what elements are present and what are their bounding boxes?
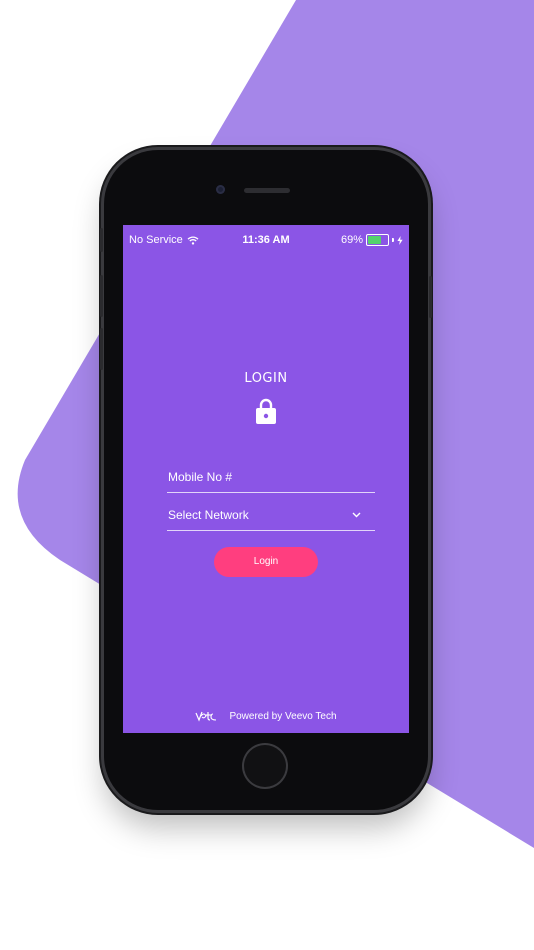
network-select[interactable]: Select Network bbox=[167, 500, 375, 531]
status-right: 69% bbox=[341, 234, 403, 246]
veevo-logo-icon bbox=[195, 711, 217, 722]
phone-frame: No Service 11:36 AM 69% LOGIN Mobile No … bbox=[100, 150, 432, 810]
app-store-screenshot: No Service 11:36 AM 69% LOGIN Mobile No … bbox=[0, 0, 534, 950]
battery-percent: 69% bbox=[340, 234, 363, 246]
battery-icon bbox=[366, 234, 389, 246]
login-button[interactable]: Login bbox=[214, 547, 318, 577]
charging-bolt-icon bbox=[397, 235, 403, 245]
footer: Powered by Veevo Tech bbox=[123, 710, 409, 722]
earpiece-speaker bbox=[244, 188, 290, 193]
login-title: LOGIN bbox=[244, 371, 288, 386]
home-button[interactable] bbox=[244, 745, 286, 787]
battery-cap bbox=[392, 238, 394, 242]
footer-text: Powered by Veevo Tech bbox=[229, 710, 337, 722]
front-camera bbox=[216, 185, 225, 194]
login-screen: No Service 11:36 AM 69% LOGIN Mobile No … bbox=[123, 225, 409, 733]
network-select-label: Select Network bbox=[168, 508, 249, 522]
mute-switch bbox=[100, 228, 103, 252]
volume-down-button bbox=[100, 328, 103, 370]
power-button bbox=[429, 276, 432, 318]
mobile-number-field[interactable]: Mobile No # bbox=[167, 462, 375, 493]
chevron-down-icon bbox=[352, 512, 361, 518]
status-bar: No Service 11:36 AM 69% bbox=[123, 225, 409, 255]
volume-up-button bbox=[100, 275, 103, 317]
mobile-number-placeholder: Mobile No # bbox=[168, 470, 233, 484]
lock-icon bbox=[256, 398, 276, 424]
battery-fill bbox=[368, 236, 382, 244]
